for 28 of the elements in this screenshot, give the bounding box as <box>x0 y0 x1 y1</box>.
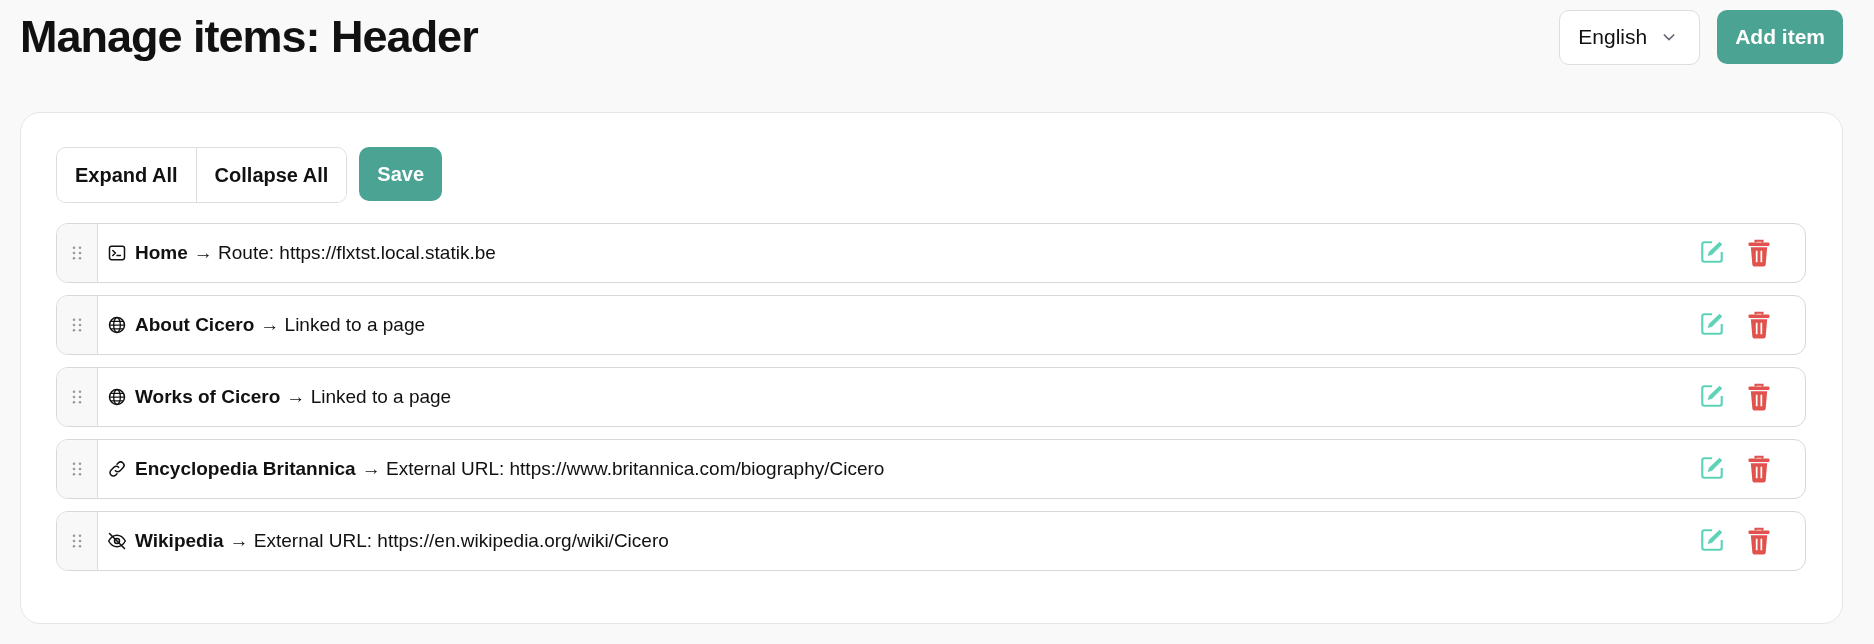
delete-button[interactable] <box>1747 455 1771 483</box>
item-title: About Cicero <box>135 314 255 336</box>
globe-icon <box>107 315 127 335</box>
delete-button[interactable] <box>1747 239 1771 267</box>
menu-item-row[interactable]: Encyclopedia Britannica → External URL: https://www.britannica.com/biography/Cicero <box>56 439 1806 499</box>
item-target: → External URL: https://en.wikipedia.org/wiki/Cicero <box>229 530 670 552</box>
item-target: → External URL: https://www.britannica.com/biography/Cicero <box>361 458 886 480</box>
menu-item-row[interactable]: Wikipedia → External URL: https://en.wikipedia.org/wiki/Cicero <box>56 511 1806 571</box>
menu-item-row[interactable]: Works of Cicero → Linked to a page <box>56 367 1806 427</box>
item-title: Home <box>135 242 188 264</box>
delete-button[interactable] <box>1747 311 1771 339</box>
page-title: Manage items: Header <box>20 11 479 63</box>
terminal-icon <box>107 243 127 263</box>
link-icon <box>107 459 127 479</box>
globe-icon <box>107 387 127 407</box>
item-title: Wikipedia <box>135 530 224 552</box>
item-title: Encyclopedia Britannica <box>135 458 356 480</box>
language-select[interactable]: English <box>1559 9 1701 65</box>
item-target: → Route: https://flxtst.local.statik.be <box>193 242 497 264</box>
item-target: → Linked to a page <box>286 386 453 408</box>
collapse-all-button[interactable]: Collapse All <box>195 148 347 202</box>
delete-button[interactable] <box>1747 383 1771 411</box>
menu-item-row[interactable]: Home → Route: https://flxtst.local.statik.be <box>56 223 1806 283</box>
eye-off-icon <box>107 531 127 551</box>
delete-button[interactable] <box>1747 527 1771 555</box>
item-target: → Linked to a page <box>260 314 427 336</box>
menu-item-row[interactable]: About Cicero → Linked to a page <box>56 295 1806 355</box>
item-title: Works of Cicero <box>135 386 281 408</box>
